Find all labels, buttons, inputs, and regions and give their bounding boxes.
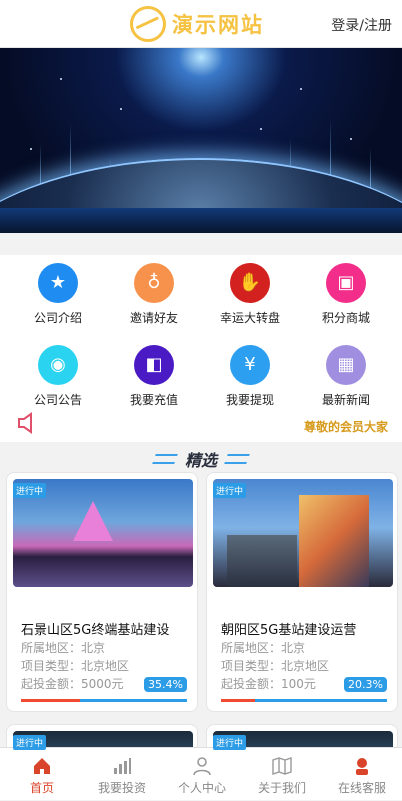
featured-title: 精选 — [184, 451, 217, 470]
tab-home[interactable]: 首页 — [2, 748, 82, 801]
menu-item-withdraw[interactable]: ¥ 我要提现 — [200, 337, 300, 409]
shop-icon: ▣ — [326, 263, 366, 303]
header: 演示网站 登录/注册 — [0, 0, 402, 48]
menu-item-lucky-wheel[interactable]: ✋ 幸运大转盘 — [200, 255, 300, 327]
project-card[interactable]: 进行中 朝阳区5G基站建设运营 所属地区：北京 项目类型：北京地区 起投金额：1… — [206, 472, 398, 712]
user-icon — [192, 756, 212, 776]
menu-item-invite-friends[interactable]: ♁ 邀请好友 — [104, 255, 204, 327]
project-min-amount: 起投金额：5000元 — [21, 677, 124, 691]
android-icon: ◉ — [38, 345, 78, 385]
menu-item-recharge[interactable]: ◧ 我要充值 — [104, 337, 204, 409]
tab-invest[interactable]: 我要投资 — [82, 748, 162, 801]
decor-lines-icon — [152, 454, 178, 464]
medal-icon: ★ — [38, 263, 78, 303]
home-icon — [32, 756, 52, 776]
wallet-icon: ◧ — [134, 345, 174, 385]
tab-about[interactable]: 关于我们 — [242, 748, 322, 801]
logo-text: 演示网站 — [172, 13, 264, 37]
login-register-link[interactable]: 登录/注册 — [331, 15, 392, 35]
map-icon — [272, 756, 292, 776]
decor-lines-icon — [224, 454, 250, 464]
grid-icon: ▦ — [326, 345, 366, 385]
project-card[interactable]: 进行中 石景山区5G终端基站建设 所属地区：北京 项目类型：北京地区 起投金额：… — [6, 472, 198, 712]
status-badge: 进行中 — [13, 483, 47, 498]
project-region: 所属地区：北京 — [21, 641, 106, 655]
project-title: 石景山区5G终端基站建设 — [21, 623, 170, 638]
service-icon — [352, 756, 372, 776]
logo-icon — [130, 6, 166, 42]
progress-percent: 20.3% — [344, 677, 387, 692]
project-type: 项目类型：北京地区 — [21, 659, 130, 673]
site-logo[interactable]: 演示网站 — [130, 4, 280, 44]
progress-bar — [221, 699, 387, 702]
project-title: 朝阳区5G基站建设运营 — [221, 623, 357, 638]
gift-icon: ♁ — [134, 263, 174, 303]
chart-icon — [112, 756, 132, 776]
hero-banner[interactable] — [0, 48, 402, 233]
tab-support[interactable]: 在线客服 — [322, 748, 402, 801]
notice-text: 尊敬的会员大家 — [303, 420, 388, 434]
project-min-amount: 起投金额：100元 — [221, 677, 316, 691]
status-badge: 进行中 — [213, 735, 247, 750]
notice-bar[interactable]: 尊敬的会员大家 — [0, 408, 402, 442]
menu-item-announcements[interactable]: ◉ 公司公告 — [8, 337, 108, 409]
menu-item-points-mall[interactable]: ▣ 积分商城 — [296, 255, 396, 327]
menu-item-company-intro[interactable]: ★ 公司介绍 — [8, 255, 108, 327]
status-badge: 进行中 — [13, 735, 47, 750]
speaker-icon — [16, 412, 42, 436]
menu-item-latest-news[interactable]: ▦ 最新新闻 — [296, 337, 396, 409]
project-type: 项目类型：北京地区 — [221, 659, 330, 673]
project-region: 所属地区：北京 — [221, 641, 306, 655]
yuan-icon: ¥ — [230, 345, 270, 385]
tab-profile[interactable]: 个人中心 — [162, 748, 242, 801]
progress-bar — [21, 699, 187, 702]
status-badge: 进行中 — [213, 483, 247, 498]
progress-percent: 35.4% — [144, 677, 187, 692]
handshake-icon: ✋ — [230, 263, 270, 303]
bottom-tabbar: 首页 我要投资 个人中心 关于我们 在线客服 — [0, 747, 402, 800]
featured-header: 精选 — [0, 442, 402, 472]
